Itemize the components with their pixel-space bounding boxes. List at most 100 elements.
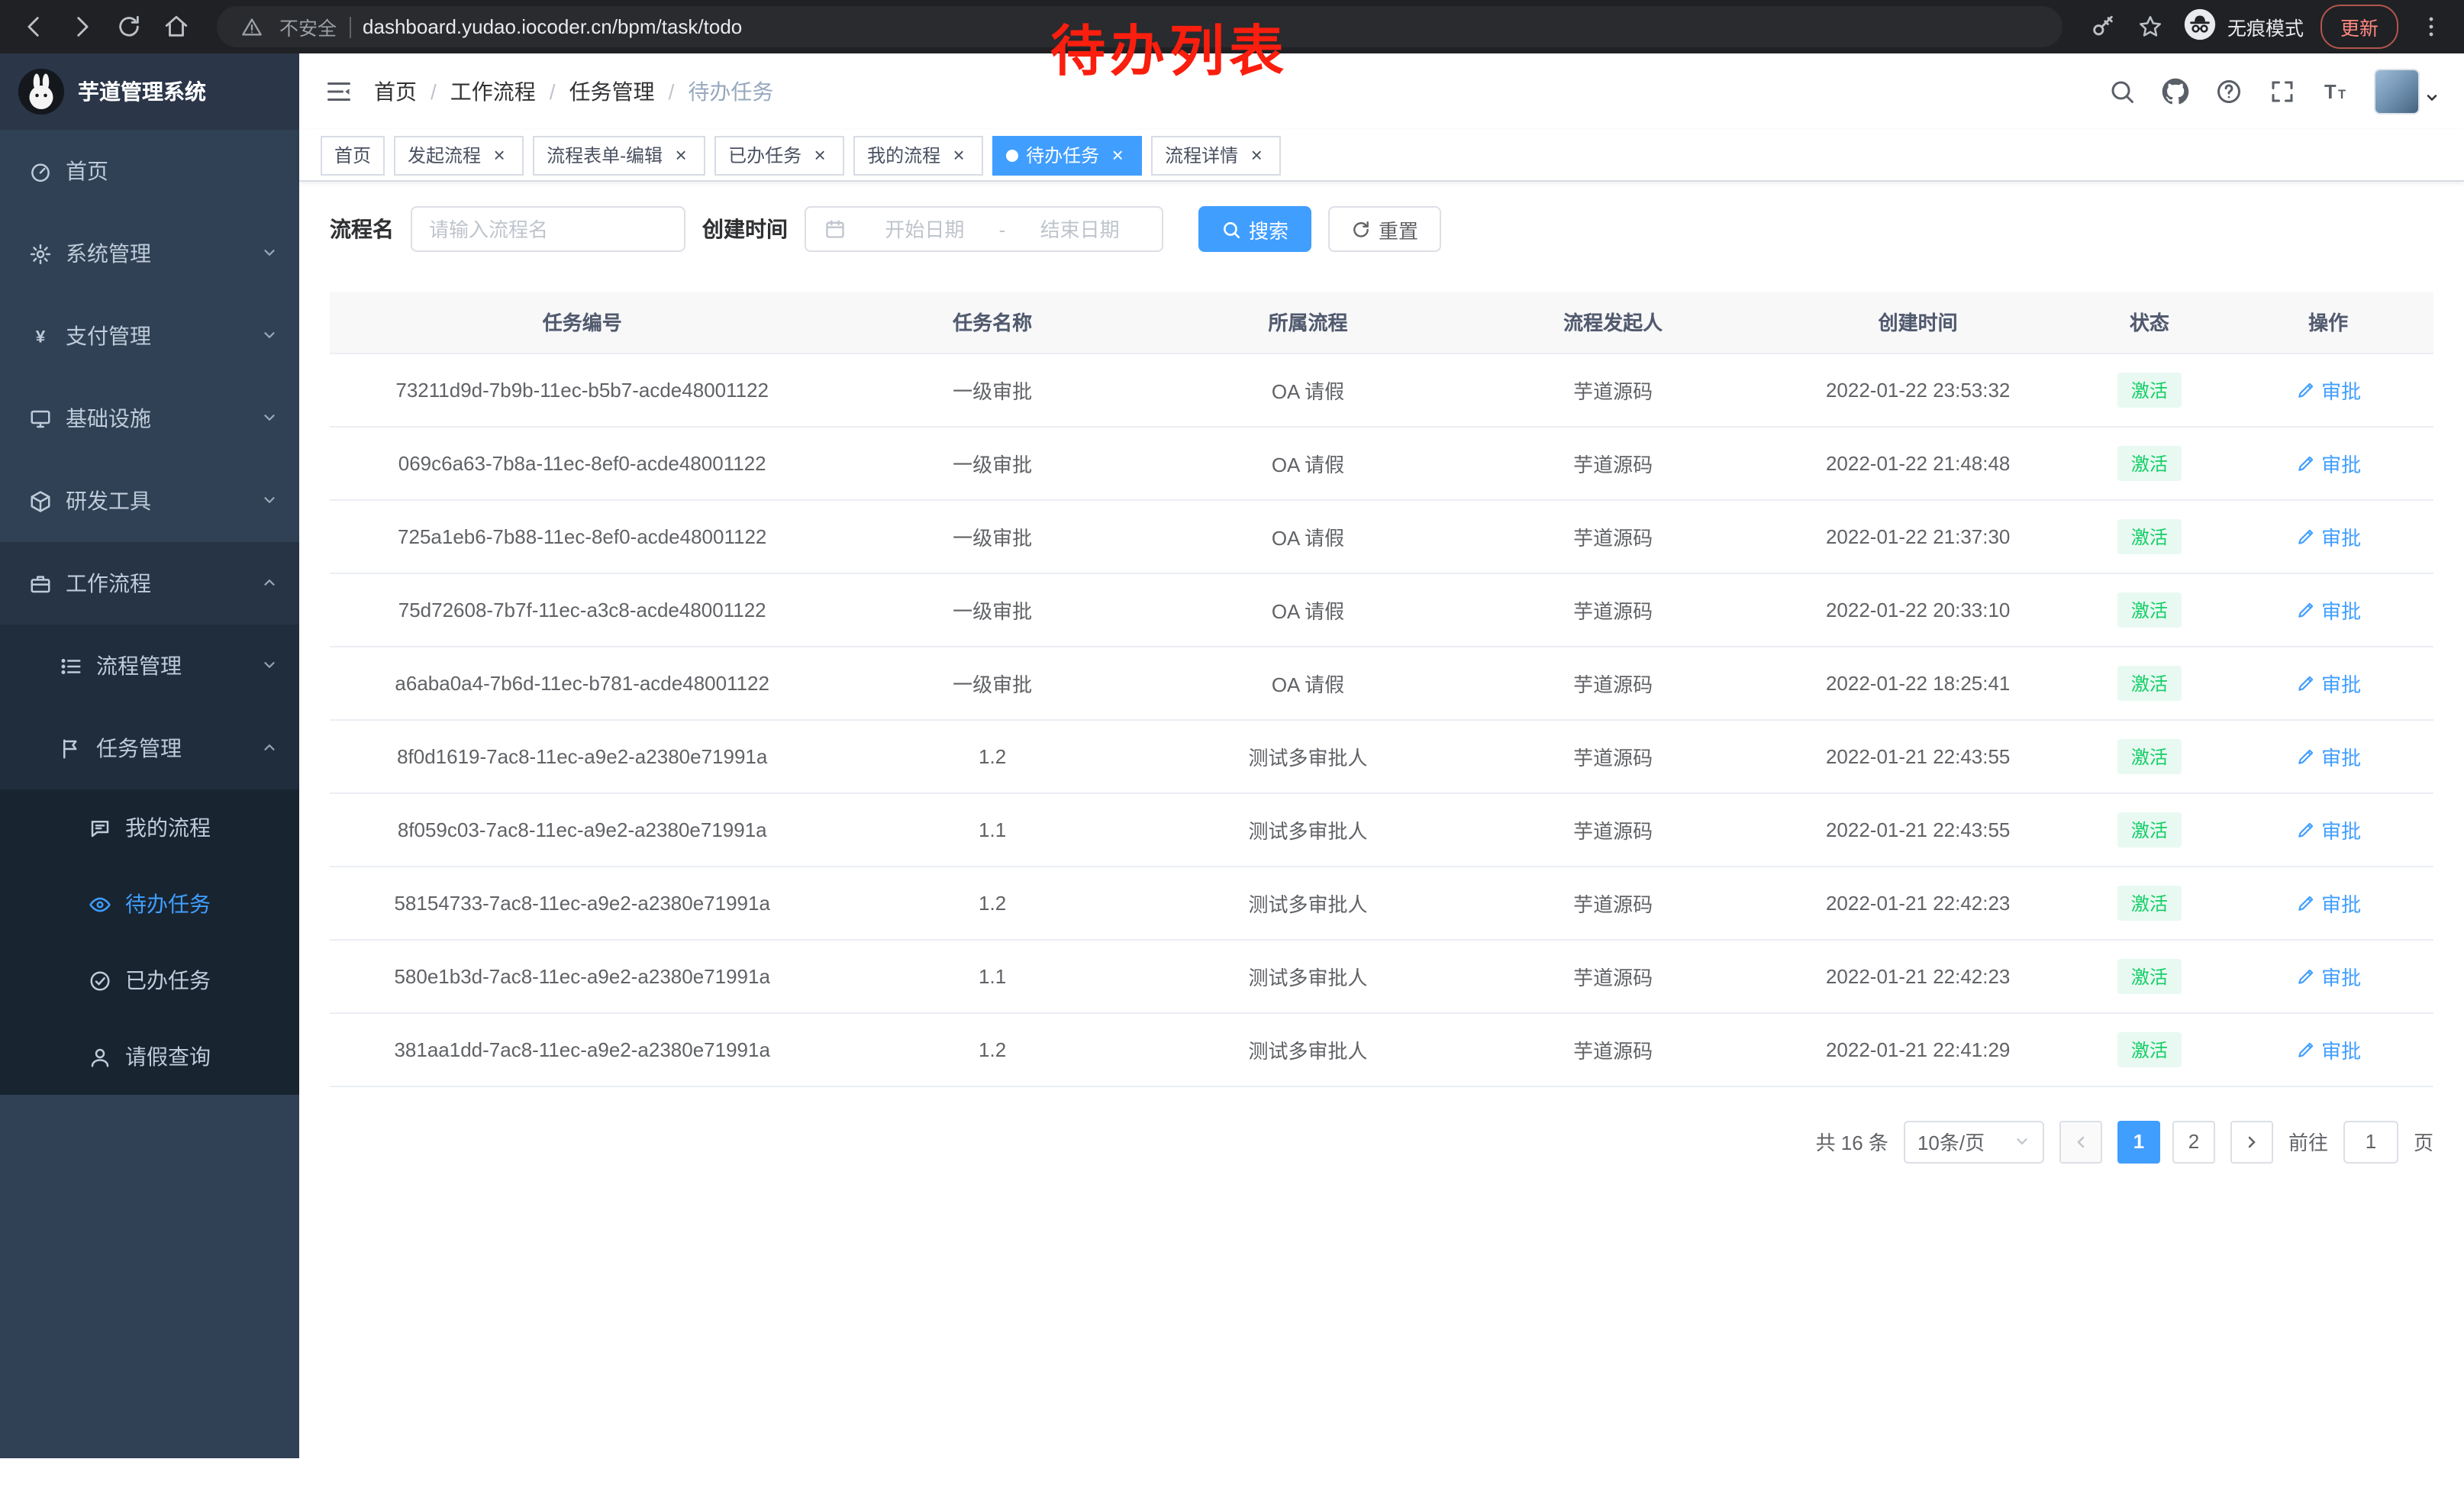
app-logo[interactable]: 芋道管理系统: [0, 53, 299, 130]
approve-link[interactable]: 审批: [2295, 521, 2361, 550]
sidebar-item-9[interactable]: 待办任务: [0, 866, 299, 942]
update-button[interactable]: 更新: [2320, 5, 2398, 49]
cell-id: a6aba0a4-7b6d-11ec-b781-acde48001122: [330, 646, 834, 719]
cell-name: 1.2: [834, 719, 1150, 792]
bookmark-star-icon[interactable]: [2136, 11, 2166, 42]
sidebar-item-4[interactable]: 研发工具: [0, 460, 299, 542]
tab-close-icon[interactable]: ×: [1246, 144, 1267, 166]
approve-link[interactable]: 审批: [2295, 595, 2361, 624]
tab-close-icon[interactable]: ×: [670, 144, 692, 166]
reload-icon[interactable]: [113, 11, 144, 42]
chevron-down-icon: [261, 654, 278, 678]
page-size-select[interactable]: 10条/页: [1904, 1120, 2044, 1163]
key-icon[interactable]: [2088, 11, 2119, 42]
tab-close-icon[interactable]: ×: [948, 144, 969, 166]
fullscreen-icon[interactable]: [2267, 76, 2298, 107]
tab-5[interactable]: 待办任务×: [992, 135, 1142, 175]
forward-icon[interactable]: [66, 11, 96, 42]
breadcrumb-item-task-mgmt[interactable]: 任务管理: [536, 76, 655, 107]
process-name-input[interactable]: [411, 206, 685, 252]
status-badge: 激活: [2117, 958, 2182, 993]
sidebar-item-1[interactable]: 系统管理: [0, 212, 299, 295]
approve-link[interactable]: 审批: [2295, 815, 2361, 844]
column-header-2: 所属流程: [1150, 292, 1466, 353]
tab-3[interactable]: 已办任务×: [714, 135, 844, 175]
back-icon[interactable]: [18, 11, 49, 42]
cell-name: 1.1: [834, 792, 1150, 866]
tab-close-icon[interactable]: ×: [1107, 144, 1128, 166]
next-page-button[interactable]: [2230, 1120, 2273, 1163]
tab-6[interactable]: 流程详情×: [1151, 135, 1281, 175]
home-icon[interactable]: [160, 11, 191, 42]
cell-status: 激活: [2075, 792, 2223, 866]
cell-initiator: 芋道源码: [1466, 939, 1760, 1012]
sidebar-item-10[interactable]: 已办任务: [0, 942, 299, 1018]
date-range-picker[interactable]: -: [805, 206, 1163, 252]
reset-button[interactable]: 重置: [1328, 206, 1441, 252]
prev-page-button[interactable]: [2059, 1120, 2102, 1163]
start-date-input[interactable]: [856, 218, 993, 240]
tab-close-icon[interactable]: ×: [489, 144, 510, 166]
pencil-icon: [2295, 673, 2315, 692]
sidebar-item-3[interactable]: 基础设施: [0, 377, 299, 460]
cell-action: 审批: [2223, 573, 2433, 646]
sidebar-item-7[interactable]: 任务管理: [0, 707, 299, 789]
font-size-icon[interactable]: TT: [2320, 76, 2351, 107]
help-icon[interactable]: [2214, 76, 2244, 107]
approve-link[interactable]: 审批: [2295, 668, 2361, 697]
chevron-down-icon: [261, 406, 278, 431]
approve-link[interactable]: 审批: [2295, 888, 2361, 917]
github-icon[interactable]: [2160, 76, 2191, 107]
approve-link[interactable]: 审批: [2295, 375, 2361, 404]
status-badge: 激活: [2117, 812, 2182, 847]
user-icon: [89, 1045, 111, 1068]
eye-icon: [89, 893, 111, 915]
cell-action: 审批: [2223, 646, 2433, 719]
page-button-1[interactable]: 1: [2117, 1120, 2160, 1163]
approve-link[interactable]: 审批: [2295, 448, 2361, 477]
search-button[interactable]: 搜索: [1198, 206, 1311, 252]
tab-4[interactable]: 我的流程×: [853, 135, 983, 175]
sidebar-toggle-icon[interactable]: [324, 76, 354, 107]
cell-id: 8f0d1619-7ac8-11ec-a9e2-a2380e71991a: [330, 719, 834, 792]
app-title: 芋道管理系统: [78, 76, 206, 107]
goto-page-input[interactable]: [2343, 1120, 2398, 1163]
cell-process: OA 请假: [1150, 426, 1466, 499]
svg-text:¥: ¥: [36, 327, 46, 346]
user-menu[interactable]: [2374, 69, 2440, 115]
approve-link-label: 审批: [2321, 815, 2361, 844]
sidebar-item-0[interactable]: 首页: [0, 130, 299, 212]
search-icon[interactable]: [2107, 76, 2137, 107]
sidebar-item-5[interactable]: 工作流程: [0, 542, 299, 625]
approve-link[interactable]: 审批: [2295, 741, 2361, 770]
cell-process: OA 请假: [1150, 573, 1466, 646]
sidebar-item-2[interactable]: ¥支付管理: [0, 295, 299, 377]
page-button-2[interactable]: 2: [2172, 1120, 2215, 1163]
column-header-0: 任务编号: [330, 292, 834, 353]
breadcrumb-item-home[interactable]: 首页: [374, 76, 417, 107]
cell-name: 一级审批: [834, 353, 1150, 426]
cell-process: 测试多审批人: [1150, 719, 1466, 792]
yen-icon: ¥: [29, 324, 52, 347]
tab-0[interactable]: 首页: [321, 135, 385, 175]
box-icon: [29, 489, 52, 512]
reset-button-label: 重置: [1379, 215, 1418, 244]
tab-close-icon[interactable]: ×: [809, 144, 830, 166]
sidebar-item-6[interactable]: 流程管理: [0, 625, 299, 707]
end-date-input[interactable]: [1011, 218, 1148, 240]
approve-link[interactable]: 审批: [2295, 961, 2361, 990]
menu-dots-icon[interactable]: [2415, 11, 2446, 42]
approve-link[interactable]: 审批: [2295, 1035, 2361, 1064]
avatar[interactable]: [2374, 69, 2420, 115]
chevron-right-icon: [2243, 1132, 2261, 1151]
pagination-total: 共 16 条: [1816, 1127, 1888, 1156]
dashboard-icon: [29, 160, 52, 182]
sidebar-item-11[interactable]: 请假查询: [0, 1018, 299, 1095]
cell-action: 审批: [2223, 353, 2433, 426]
breadcrumb-item-workflow[interactable]: 工作流程: [417, 76, 536, 107]
tab-1[interactable]: 发起流程×: [394, 135, 524, 175]
tab-2[interactable]: 流程表单-编辑×: [533, 135, 705, 175]
status-badge: 激活: [2117, 885, 2182, 920]
cell-created: 2022-01-22 21:37:30: [1760, 499, 2075, 573]
sidebar-item-8[interactable]: 我的流程: [0, 789, 299, 866]
